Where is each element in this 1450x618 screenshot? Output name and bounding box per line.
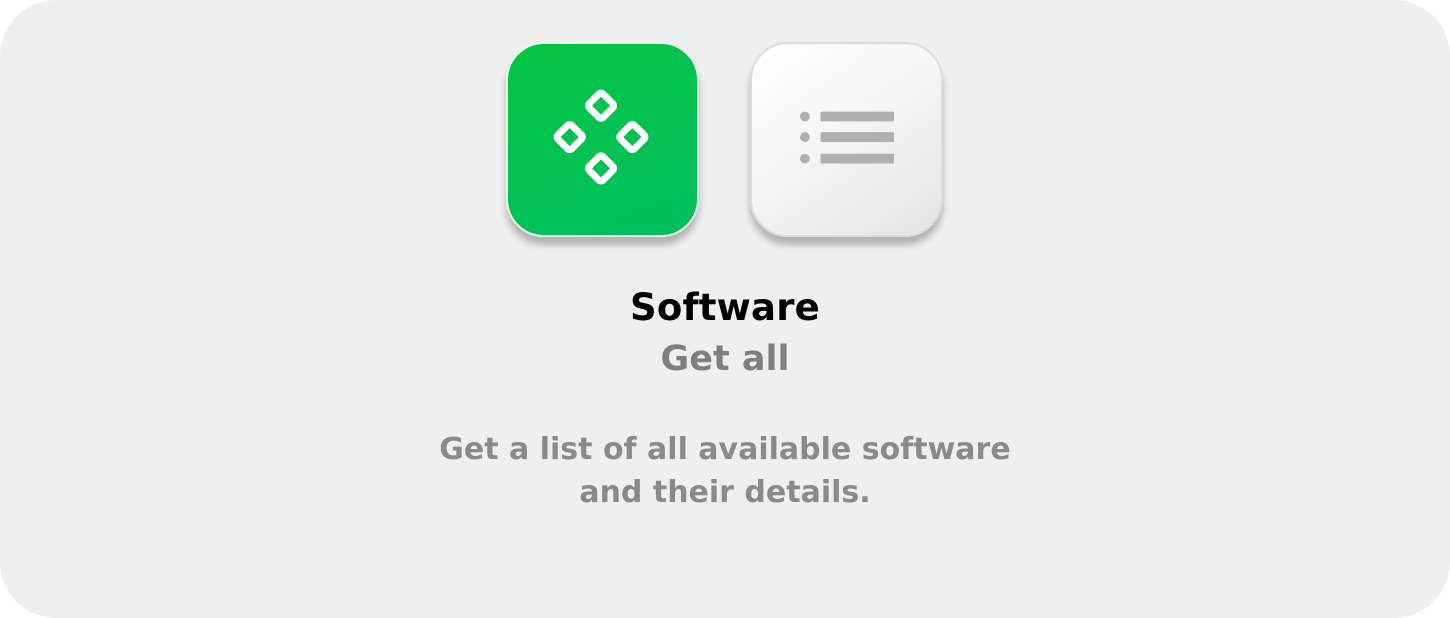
- action-name: Get all: [660, 339, 790, 379]
- action-icon-tile: [750, 42, 943, 237]
- app-icon-tile: [506, 42, 699, 237]
- action-description: Get a list of all available software and…: [439, 432, 1011, 510]
- list-icon: [799, 111, 894, 164]
- action-card: Software Get all Get a list of all avail…: [0, 0, 1450, 618]
- app-name: Software: [630, 286, 820, 329]
- diamond-grid-icon: [553, 89, 649, 185]
